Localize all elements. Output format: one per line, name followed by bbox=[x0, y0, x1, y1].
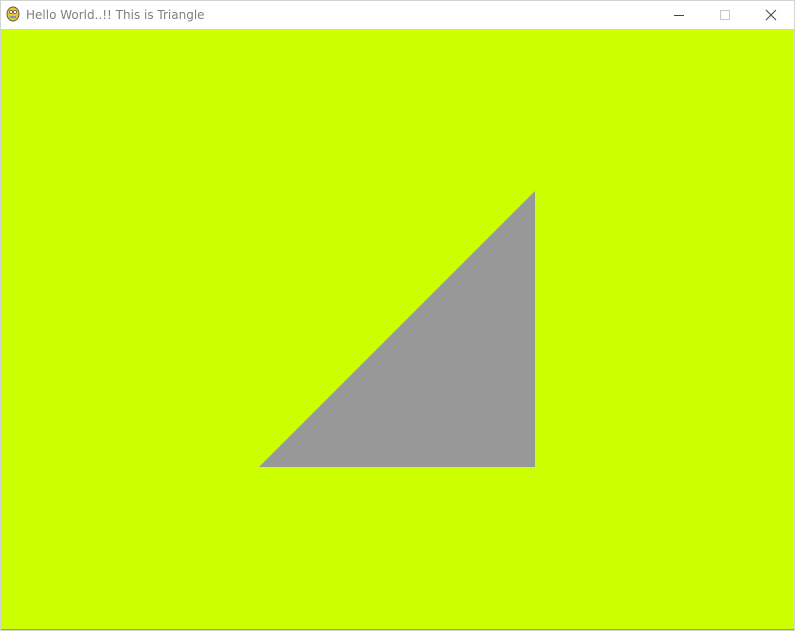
minimize-button[interactable] bbox=[656, 1, 702, 29]
window-title: Hello World..!! This is Triangle bbox=[26, 8, 205, 22]
maximize-button[interactable] bbox=[702, 1, 748, 29]
render-canvas[interactable] bbox=[1, 29, 794, 629]
triangle-shape bbox=[259, 191, 535, 467]
minimize-icon bbox=[673, 9, 685, 21]
window-controls bbox=[656, 1, 794, 29]
maximize-icon bbox=[719, 9, 731, 21]
title-bar[interactable]: Hello World..!! This is Triangle bbox=[1, 1, 794, 29]
app-window: Hello World..!! This is Triangle bbox=[0, 0, 795, 631]
close-icon bbox=[765, 9, 777, 21]
close-button[interactable] bbox=[748, 1, 794, 29]
pygame-snake-icon bbox=[6, 6, 20, 22]
canvas-drawing bbox=[259, 191, 535, 467]
